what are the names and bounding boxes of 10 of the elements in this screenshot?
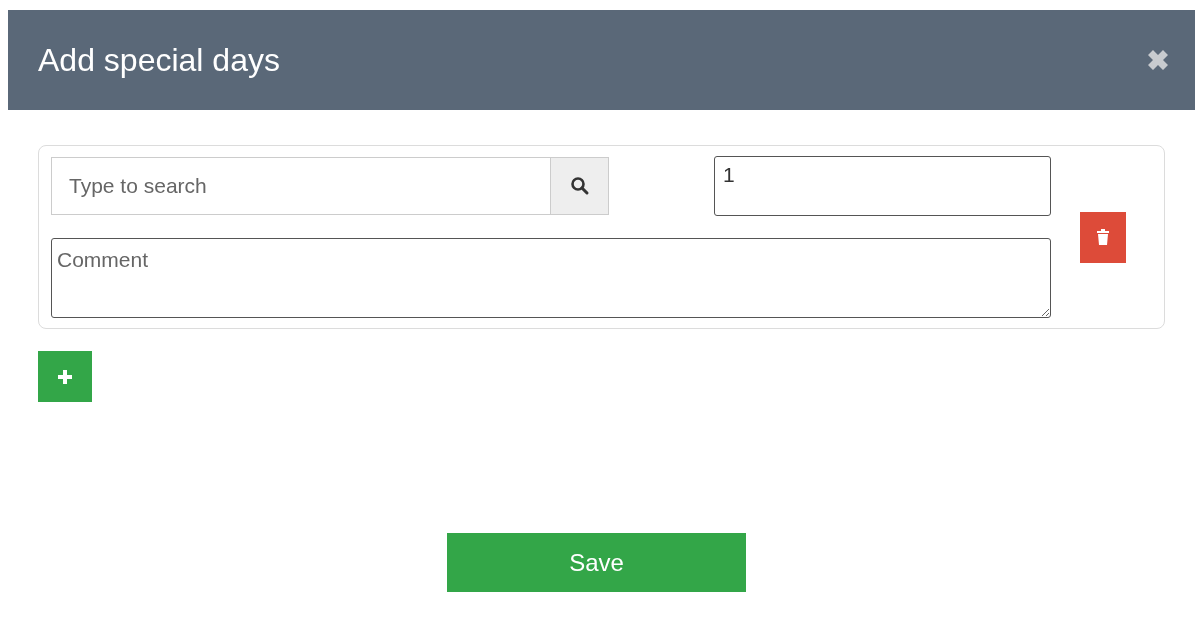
dialog-title: Add special days bbox=[38, 41, 280, 80]
quantity-field[interactable]: 1 bbox=[714, 156, 1051, 216]
trash-icon bbox=[1096, 229, 1110, 245]
comment-field[interactable]: Comment bbox=[51, 238, 1051, 318]
add-button[interactable] bbox=[38, 351, 92, 402]
search-icon bbox=[569, 176, 590, 196]
delete-button[interactable] bbox=[1080, 211, 1126, 263]
search-button[interactable] bbox=[551, 157, 609, 215]
plus-icon bbox=[57, 368, 73, 385]
search-field[interactable]: Type to search bbox=[51, 157, 551, 215]
